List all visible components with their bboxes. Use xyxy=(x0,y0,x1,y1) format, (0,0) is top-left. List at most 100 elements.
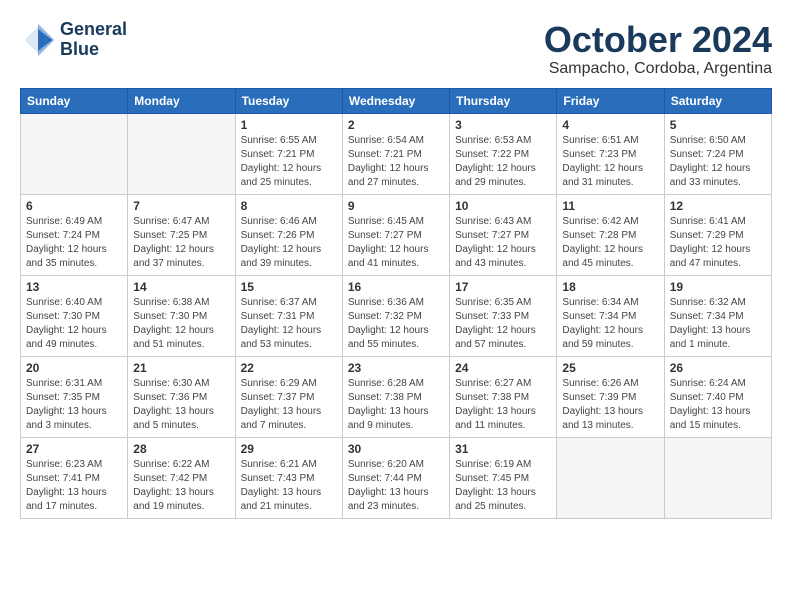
calendar-day-cell: 4 Sunrise: 6:51 AM Sunset: 7:23 PM Daylig… xyxy=(557,113,664,194)
day-info: Sunrise: 6:30 AM Sunset: 7:36 PM Dayligh… xyxy=(133,377,229,433)
logo-text: General Blue xyxy=(60,20,127,60)
day-info: Sunrise: 6:24 AM Sunset: 7:40 PM Dayligh… xyxy=(670,377,766,433)
calendar-day-cell: 14Sunrise: 6:38 AM Sunset: 7:30 PM Dayli… xyxy=(128,275,235,356)
day-info: Sunrise: 6:49 AM Sunset: 7:24 PM Dayligh… xyxy=(26,215,122,271)
day-number: 10 xyxy=(455,199,551,213)
calendar-day-cell: 30 Sunrise: 6:20 AM Sunset: 7:44 PM Dayli… xyxy=(342,437,449,518)
calendar-table: SundayMondayTuesdayWednesdayThursdayFrid… xyxy=(20,88,772,519)
day-number: 13 xyxy=(26,280,122,294)
month-title: October 2024 xyxy=(544,20,772,60)
calendar-day-cell: 6 Sunrise: 6:49 AM Sunset: 7:24 PM Daylig… xyxy=(21,194,128,275)
calendar-day-cell xyxy=(557,437,664,518)
calendar-day-cell: 13 Sunrise: 6:40 AM Sunset: 7:30 PM Dayli… xyxy=(21,275,128,356)
day-number: 7 xyxy=(133,199,229,213)
calendar-day-cell: 19 Sunrise: 6:32 AM Sunset: 7:34 PM Dayli… xyxy=(664,275,771,356)
logo: General Blue xyxy=(20,20,127,60)
calendar-day-cell: 25 Sunrise: 6:26 AM Sunset: 7:39 PM Dayli… xyxy=(557,356,664,437)
day-number: 8 xyxy=(241,199,337,213)
day-info: Sunrise: 6:51 AM Sunset: 7:23 PM Dayligh… xyxy=(562,134,658,190)
calendar-day-cell: 11 Sunrise: 6:42 AM Sunset: 7:28 PM Dayli… xyxy=(557,194,664,275)
logo-icon xyxy=(20,22,56,58)
calendar-day-cell: 20Sunrise: 6:31 AM Sunset: 7:35 PM Dayli… xyxy=(21,356,128,437)
day-number: 22 xyxy=(241,361,337,375)
calendar-week-row: 13 Sunrise: 6:40 AM Sunset: 7:30 PM Dayli… xyxy=(21,275,772,356)
day-info: Sunrise: 6:34 AM Sunset: 7:34 PM Dayligh… xyxy=(562,296,658,352)
day-info: Sunrise: 6:21 AM Sunset: 7:43 PM Dayligh… xyxy=(241,458,337,514)
weekday-header: Sunday xyxy=(21,88,128,113)
weekday-header: Thursday xyxy=(450,88,557,113)
day-info: Sunrise: 6:40 AM Sunset: 7:30 PM Dayligh… xyxy=(26,296,122,352)
calendar-day-cell: 17 Sunrise: 6:35 AM Sunset: 7:33 PM Dayli… xyxy=(450,275,557,356)
calendar-header-row: SundayMondayTuesdayWednesdayThursdayFrid… xyxy=(21,88,772,113)
day-info: Sunrise: 6:22 AM Sunset: 7:42 PM Dayligh… xyxy=(133,458,229,514)
day-info: Sunrise: 6:26 AM Sunset: 7:39 PM Dayligh… xyxy=(562,377,658,433)
calendar-day-cell: 3Sunrise: 6:53 AM Sunset: 7:22 PM Daylig… xyxy=(450,113,557,194)
day-number: 5 xyxy=(670,118,766,132)
day-info: Sunrise: 6:32 AM Sunset: 7:34 PM Dayligh… xyxy=(670,296,766,352)
day-info: Sunrise: 6:20 AM Sunset: 7:44 PM Dayligh… xyxy=(348,458,444,514)
day-info: Sunrise: 6:31 AM Sunset: 7:35 PM Dayligh… xyxy=(26,377,122,433)
calendar-day-cell xyxy=(128,113,235,194)
day-info: Sunrise: 6:35 AM Sunset: 7:33 PM Dayligh… xyxy=(455,296,551,352)
day-number: 6 xyxy=(26,199,122,213)
day-number: 25 xyxy=(562,361,658,375)
calendar-day-cell: 1Sunrise: 6:55 AM Sunset: 7:21 PM Daylig… xyxy=(235,113,342,194)
weekday-header: Monday xyxy=(128,88,235,113)
day-info: Sunrise: 6:36 AM Sunset: 7:32 PM Dayligh… xyxy=(348,296,444,352)
calendar-day-cell: 5 Sunrise: 6:50 AM Sunset: 7:24 PM Daylig… xyxy=(664,113,771,194)
calendar-day-cell: 31 Sunrise: 6:19 AM Sunset: 7:45 PM Dayli… xyxy=(450,437,557,518)
calendar-day-cell xyxy=(21,113,128,194)
calendar-day-cell: 16 Sunrise: 6:36 AM Sunset: 7:32 PM Dayli… xyxy=(342,275,449,356)
calendar-week-row: 20Sunrise: 6:31 AM Sunset: 7:35 PM Dayli… xyxy=(21,356,772,437)
day-info: Sunrise: 6:42 AM Sunset: 7:28 PM Dayligh… xyxy=(562,215,658,271)
day-number: 21 xyxy=(133,361,229,375)
day-info: Sunrise: 6:19 AM Sunset: 7:45 PM Dayligh… xyxy=(455,458,551,514)
day-number: 19 xyxy=(670,280,766,294)
day-number: 26 xyxy=(670,361,766,375)
day-number: 31 xyxy=(455,442,551,456)
day-number: 30 xyxy=(348,442,444,456)
day-number: 3 xyxy=(455,118,551,132)
day-number: 15 xyxy=(241,280,337,294)
day-info: Sunrise: 6:41 AM Sunset: 7:29 PM Dayligh… xyxy=(670,215,766,271)
day-info: Sunrise: 6:47 AM Sunset: 7:25 PM Dayligh… xyxy=(133,215,229,271)
day-info: Sunrise: 6:43 AM Sunset: 7:27 PM Dayligh… xyxy=(455,215,551,271)
calendar-day-cell xyxy=(664,437,771,518)
day-number: 24 xyxy=(455,361,551,375)
calendar-day-cell: 12 Sunrise: 6:41 AM Sunset: 7:29 PM Dayli… xyxy=(664,194,771,275)
day-number: 11 xyxy=(562,199,658,213)
day-info: Sunrise: 6:38 AM Sunset: 7:30 PM Dayligh… xyxy=(133,296,229,352)
weekday-header: Saturday xyxy=(664,88,771,113)
day-number: 27 xyxy=(26,442,122,456)
calendar-day-cell: 23 Sunrise: 6:28 AM Sunset: 7:38 PM Dayli… xyxy=(342,356,449,437)
day-number: 2 xyxy=(348,118,444,132)
calendar-day-cell: 18Sunrise: 6:34 AM Sunset: 7:34 PM Dayli… xyxy=(557,275,664,356)
calendar-day-cell: 22Sunrise: 6:29 AM Sunset: 7:37 PM Dayli… xyxy=(235,356,342,437)
calendar-day-cell: 29 Sunrise: 6:21 AM Sunset: 7:43 PM Dayli… xyxy=(235,437,342,518)
day-number: 28 xyxy=(133,442,229,456)
calendar-day-cell: 28 Sunrise: 6:22 AM Sunset: 7:42 PM Dayli… xyxy=(128,437,235,518)
day-info: Sunrise: 6:45 AM Sunset: 7:27 PM Dayligh… xyxy=(348,215,444,271)
calendar-day-cell: 27 Sunrise: 6:23 AM Sunset: 7:41 PM Dayli… xyxy=(21,437,128,518)
calendar-day-cell: 9Sunrise: 6:45 AM Sunset: 7:27 PM Daylig… xyxy=(342,194,449,275)
weekday-header: Tuesday xyxy=(235,88,342,113)
calendar-day-cell: 15Sunrise: 6:37 AM Sunset: 7:31 PM Dayli… xyxy=(235,275,342,356)
calendar-week-row: 6 Sunrise: 6:49 AM Sunset: 7:24 PM Daylig… xyxy=(21,194,772,275)
day-info: Sunrise: 6:23 AM Sunset: 7:41 PM Dayligh… xyxy=(26,458,122,514)
page-header: General Blue October 2024 Sampacho, Cord… xyxy=(20,20,772,78)
calendar-day-cell: 8 Sunrise: 6:46 AM Sunset: 7:26 PM Daylig… xyxy=(235,194,342,275)
day-number: 29 xyxy=(241,442,337,456)
day-number: 17 xyxy=(455,280,551,294)
day-number: 12 xyxy=(670,199,766,213)
day-number: 23 xyxy=(348,361,444,375)
day-info: Sunrise: 6:46 AM Sunset: 7:26 PM Dayligh… xyxy=(241,215,337,271)
calendar-day-cell: 21 Sunrise: 6:30 AM Sunset: 7:36 PM Dayli… xyxy=(128,356,235,437)
day-info: Sunrise: 6:28 AM Sunset: 7:38 PM Dayligh… xyxy=(348,377,444,433)
day-info: Sunrise: 6:55 AM Sunset: 7:21 PM Dayligh… xyxy=(241,134,337,190)
calendar-day-cell: 26 Sunrise: 6:24 AM Sunset: 7:40 PM Dayli… xyxy=(664,356,771,437)
day-info: Sunrise: 6:50 AM Sunset: 7:24 PM Dayligh… xyxy=(670,134,766,190)
calendar-day-cell: 2Sunrise: 6:54 AM Sunset: 7:21 PM Daylig… xyxy=(342,113,449,194)
day-number: 16 xyxy=(348,280,444,294)
day-number: 4 xyxy=(562,118,658,132)
day-info: Sunrise: 6:27 AM Sunset: 7:38 PM Dayligh… xyxy=(455,377,551,433)
